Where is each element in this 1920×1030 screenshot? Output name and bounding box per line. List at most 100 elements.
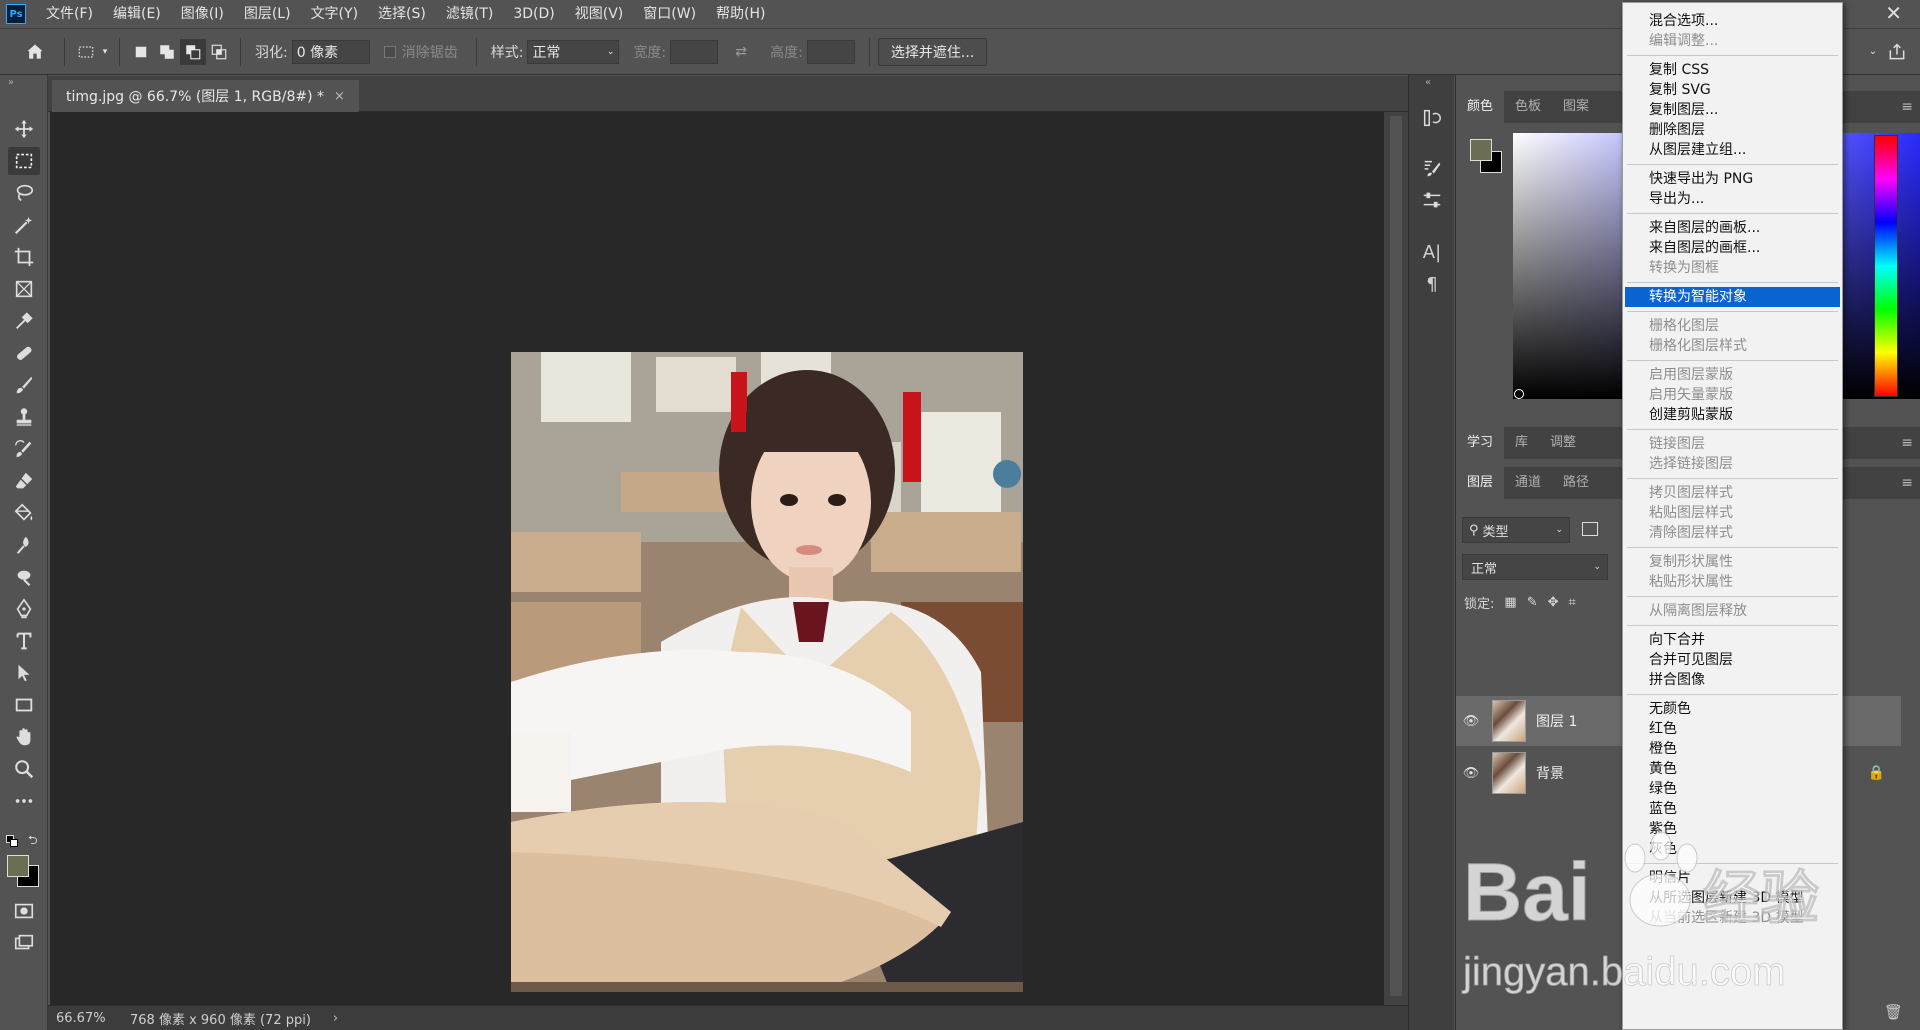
- adjustments-panel-icon[interactable]: [1419, 187, 1445, 213]
- path-selection-tool-icon[interactable]: [8, 659, 40, 687]
- type-tool-icon[interactable]: [8, 627, 40, 655]
- tab-channels[interactable]: 通道: [1504, 467, 1552, 499]
- menu-item[interactable]: 编辑(E): [103, 0, 171, 29]
- blend-mode-select[interactable]: 正常 ⌄: [1462, 554, 1608, 580]
- swap-dimensions-icon[interactable]: ⇄: [728, 39, 754, 65]
- quick-mask-icon[interactable]: [8, 897, 40, 925]
- lasso-tool-icon[interactable]: [8, 179, 40, 207]
- workspace-chevron-icon[interactable]: ⌄: [1860, 39, 1886, 65]
- menu-item[interactable]: 文字(Y): [301, 0, 368, 29]
- tab-layers[interactable]: 图层: [1456, 467, 1505, 499]
- tab-paths[interactable]: 路径: [1552, 467, 1600, 499]
- character-panel-icon[interactable]: A|: [1419, 239, 1445, 265]
- brush-settings-panel-icon[interactable]: [1419, 155, 1445, 181]
- context-menu-item[interactable]: 向下合并: [1625, 630, 1840, 650]
- tab-swatches[interactable]: 色板: [1504, 91, 1552, 123]
- context-menu-item[interactable]: 拼合图像: [1625, 670, 1840, 690]
- pen-tool-icon[interactable]: [8, 595, 40, 623]
- layer-filter-select[interactable]: ⚲ 类型 ⌄: [1462, 517, 1570, 543]
- share-icon[interactable]: [1884, 39, 1910, 65]
- screen-mode-icon[interactable]: [8, 929, 40, 957]
- magic-wand-tool-icon[interactable]: [8, 211, 40, 239]
- layer-name[interactable]: 背景: [1536, 763, 1564, 783]
- foreground-color-swatch[interactable]: [1470, 139, 1492, 161]
- marquee-preset-icon[interactable]: [73, 39, 99, 65]
- healing-brush-tool-icon[interactable]: [8, 339, 40, 367]
- blur-tool-icon[interactable]: [8, 531, 40, 559]
- context-menu-item[interactable]: 复制图层...: [1625, 100, 1840, 120]
- context-menu-item[interactable]: 删除图层: [1625, 120, 1840, 140]
- height-input[interactable]: [806, 39, 855, 64]
- context-menu-item[interactable]: 从图层建立组...: [1625, 140, 1840, 160]
- collapse-arrows-icon[interactable]: «: [1425, 77, 1431, 88]
- panel-menu-icon[interactable]: ≡: [1901, 475, 1913, 491]
- eyedropper-tool-icon[interactable]: [8, 307, 40, 335]
- feather-input[interactable]: 0 像素: [291, 39, 370, 64]
- panel-menu-icon[interactable]: ≡: [1901, 99, 1913, 115]
- layer-name[interactable]: 图层 1: [1536, 711, 1577, 731]
- context-menu-item[interactable]: 明信片: [1625, 868, 1840, 888]
- tab-learn[interactable]: 学习: [1456, 427, 1505, 459]
- tab-close-icon[interactable]: ×: [334, 89, 345, 104]
- context-menu-item[interactable]: 橙色: [1625, 739, 1840, 759]
- window-close-button[interactable]: ✕: [1885, 0, 1902, 26]
- chevron-down-icon[interactable]: ▾: [99, 39, 111, 65]
- context-menu-item[interactable]: 黄色: [1625, 759, 1840, 779]
- foreground-color-swatch[interactable]: [7, 855, 29, 877]
- panel-menu-icon[interactable]: ≡: [1901, 435, 1913, 451]
- history-brush-tool-icon[interactable]: [8, 435, 40, 463]
- paragraph-panel-icon[interactable]: ¶: [1419, 271, 1445, 297]
- menu-item[interactable]: 滤镜(T): [436, 0, 503, 29]
- document-tab[interactable]: timg.jpg @ 66.7% (图层 1, RGB/8#) * ×: [52, 80, 359, 112]
- context-menu-item[interactable]: 灰色: [1625, 839, 1840, 859]
- lock-position-icon[interactable]: ✥: [1548, 595, 1559, 610]
- eye-icon[interactable]: 👁: [1456, 714, 1486, 729]
- history-panel-icon[interactable]: [1419, 105, 1445, 131]
- tab-libraries[interactable]: 库: [1504, 427, 1539, 459]
- delete-layer-icon[interactable]: 🗑: [1884, 1003, 1903, 1021]
- clone-stamp-tool-icon[interactable]: [8, 403, 40, 431]
- menu-item[interactable]: 选择(S): [368, 0, 436, 29]
- context-menu-item[interactable]: 红色: [1625, 719, 1840, 739]
- menu-item[interactable]: 视图(V): [565, 0, 634, 29]
- canvas-area[interactable]: [50, 112, 1384, 1005]
- add-to-selection-icon[interactable]: [154, 39, 180, 65]
- context-menu-item[interactable]: 来自图层的画板...: [1625, 218, 1840, 238]
- paint-bucket-tool-icon[interactable]: [8, 499, 40, 527]
- menu-item[interactable]: 文件(F): [36, 0, 103, 29]
- lock-image-pixels-icon[interactable]: ✎: [1527, 595, 1538, 610]
- menu-item[interactable]: 3D(D): [503, 0, 564, 29]
- tab-adjustments[interactable]: 调整: [1539, 427, 1587, 459]
- default-colors-icon[interactable]: [6, 835, 18, 847]
- context-menu-item[interactable]: 创建剪贴蒙版: [1625, 405, 1840, 425]
- context-menu-item[interactable]: 复制 SVG: [1625, 80, 1840, 100]
- lock-transparent-pixels-icon[interactable]: ▦: [1504, 595, 1516, 610]
- tab-color[interactable]: 颜色: [1456, 91, 1505, 123]
- brush-tool-icon[interactable]: [8, 371, 40, 399]
- context-menu-item[interactable]: 快速导出为 PNG: [1625, 169, 1840, 189]
- context-menu-item[interactable]: 转换为智能对象: [1625, 287, 1840, 307]
- context-menu-item[interactable]: 从所选图层新建 3D 模型: [1625, 888, 1840, 908]
- intersect-selection-icon[interactable]: [206, 39, 232, 65]
- subtract-from-selection-icon[interactable]: [180, 38, 206, 65]
- context-menu-item[interactable]: 无颜色: [1625, 699, 1840, 719]
- antialias-checkbox[interactable]: [383, 45, 396, 58]
- crop-tool-icon[interactable]: [8, 243, 40, 271]
- eye-icon[interactable]: 👁: [1456, 766, 1486, 781]
- context-menu-item[interactable]: 来自图层的画框...: [1625, 238, 1840, 258]
- tab-patterns[interactable]: 图案: [1552, 91, 1600, 123]
- rectangle-tool-icon[interactable]: [8, 691, 40, 719]
- style-select[interactable]: 正常 ⌄: [527, 39, 620, 64]
- frame-tool-icon[interactable]: [8, 275, 40, 303]
- eraser-tool-icon[interactable]: [8, 467, 40, 495]
- menu-item[interactable]: 图像(I): [171, 0, 234, 29]
- menu-item[interactable]: 窗口(W): [633, 0, 706, 29]
- vertical-scrollbar[interactable]: [1384, 112, 1408, 1005]
- move-tool-icon[interactable]: [8, 115, 40, 143]
- context-menu-item[interactable]: 混合选项...: [1625, 11, 1840, 31]
- lock-artboard-icon[interactable]: ⌗: [1569, 595, 1576, 610]
- zoom-level[interactable]: 66.67%: [48, 1011, 112, 1026]
- scrollbar-thumb[interactable]: [1390, 116, 1402, 996]
- more-tools-icon[interactable]: [8, 787, 40, 815]
- menu-item[interactable]: 帮助(H): [706, 0, 775, 29]
